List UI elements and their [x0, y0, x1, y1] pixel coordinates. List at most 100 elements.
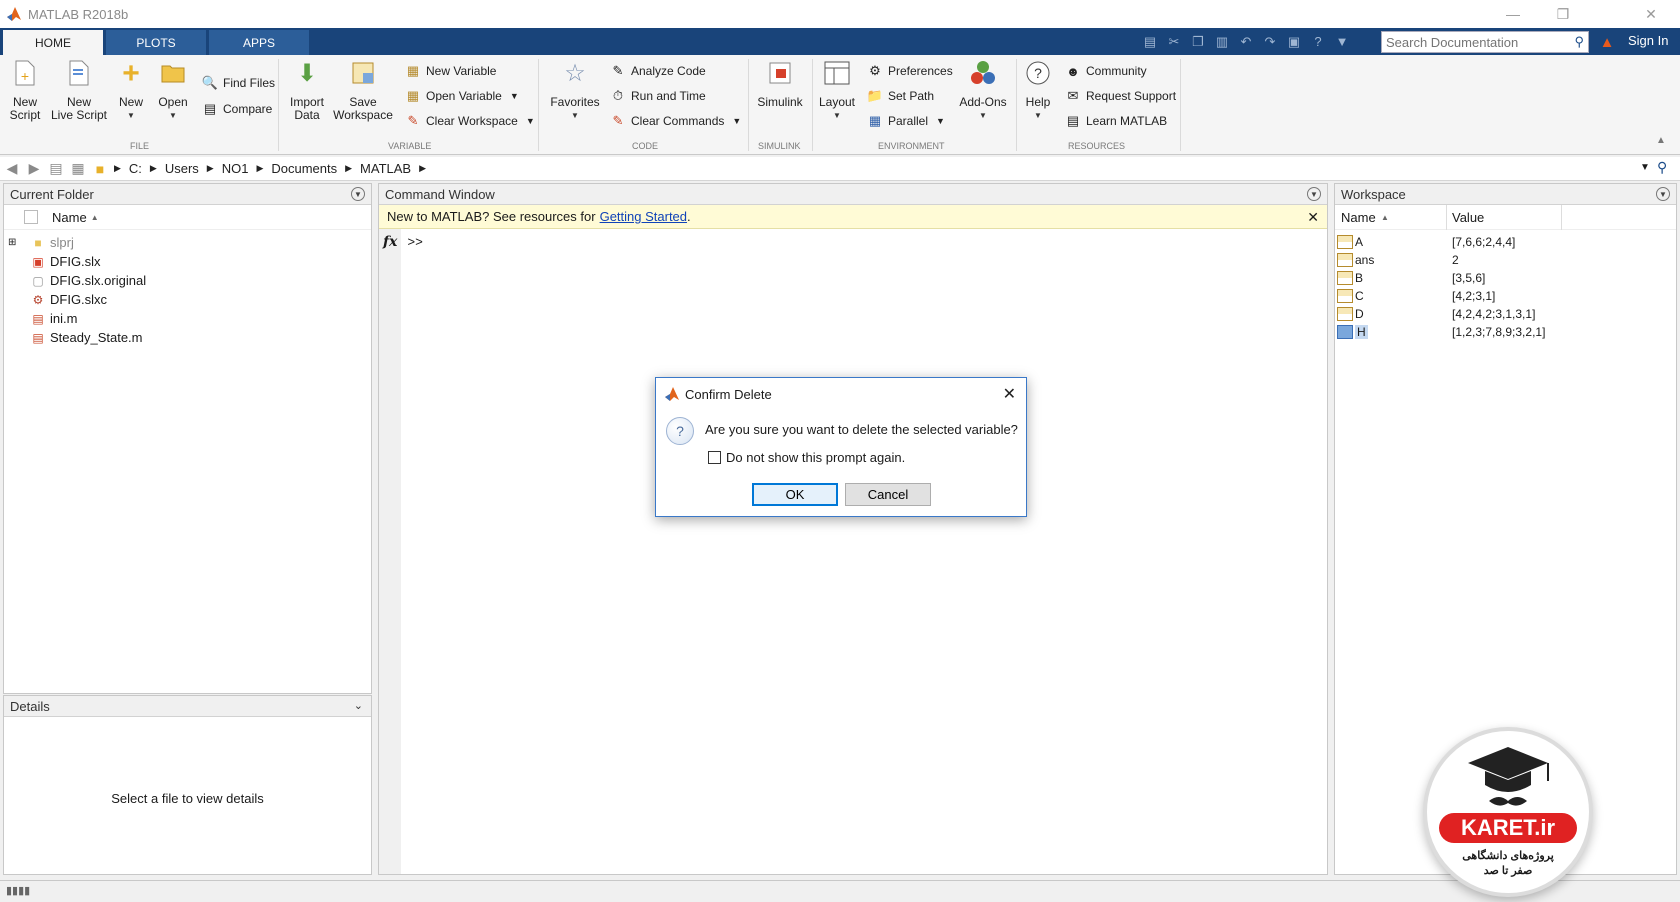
matrix-icon — [1337, 307, 1353, 321]
parallel-button[interactable]: ▦ Parallel ▼ — [866, 111, 945, 131]
help-button[interactable]: ? Help ▼ — [1022, 58, 1054, 122]
chevron-down-icon[interactable]: ⌄ — [354, 699, 363, 712]
find-files-button[interactable]: 🔍 Find Files — [201, 73, 275, 93]
command-line[interactable]: fx >> — [379, 229, 1327, 255]
simulink-button[interactable]: Simulink — [755, 58, 805, 109]
cancel-button[interactable]: Cancel — [845, 483, 931, 506]
back-arrow-icon[interactable]: ◀ — [2, 159, 22, 179]
minimize-icon[interactable]: — — [1490, 0, 1536, 28]
new-variable-icon: ▦ — [406, 63, 420, 78]
breadcrumb-separator: ▶ — [206, 163, 214, 173]
ok-button[interactable]: OK — [752, 483, 838, 506]
compare-button[interactable]: ▤ Compare — [201, 99, 273, 119]
breadcrumb-users[interactable]: Users — [165, 161, 199, 176]
fx-function-icon[interactable]: fx — [383, 234, 397, 250]
panel-actions-icon[interactable]: ▼ — [1307, 187, 1321, 201]
table-row[interactable]: C [4,2;3,1] — [1335, 287, 1676, 305]
table-row[interactable]: D [4,2,4,2;3,1,3,1] — [1335, 305, 1676, 323]
list-item[interactable]: ⊞ ■ slprj — [4, 233, 371, 252]
browse-folder-icon[interactable]: ▦ — [68, 159, 88, 179]
close-window-icon[interactable]: ✕ — [1628, 0, 1674, 28]
list-item[interactable]: ▣ DFIG.slx — [4, 252, 371, 271]
import-data-button[interactable]: ⬇ Import Data — [287, 58, 327, 122]
matrix-icon — [1337, 271, 1353, 285]
folder-open-icon — [159, 58, 187, 88]
expand-icon[interactable]: ⊞ — [8, 237, 26, 248]
search-folder-icon[interactable]: ⚲ — [1657, 159, 1667, 176]
search-input[interactable] — [1386, 33, 1566, 51]
tab-plots[interactable]: PLOTS — [106, 30, 206, 55]
checkbox-box[interactable] — [708, 451, 721, 464]
close-icon[interactable]: ✕ — [1003, 384, 1016, 404]
notification-bell-icon[interactable]: ▲ — [1597, 32, 1617, 52]
address-dropdown-icon[interactable]: ▼ — [1640, 162, 1650, 173]
column-header-name[interactable]: Name ▲ — [4, 205, 371, 230]
learn-matlab-button[interactable]: ▤ Learn MATLAB — [1064, 111, 1167, 131]
breadcrumb-documents[interactable]: Documents — [271, 161, 337, 176]
list-item[interactable]: ▤ Steady_State.m — [4, 328, 371, 347]
request-support-button[interactable]: ✉ Request Support — [1064, 86, 1177, 106]
set-path-button[interactable]: 📁 Set Path — [866, 86, 934, 106]
clear-commands-button[interactable]: ✎ Clear Commands ▼ — [609, 111, 742, 131]
new-button[interactable]: + New ▼ — [115, 58, 147, 122]
panel-actions-icon[interactable]: ▼ — [351, 187, 365, 201]
add-ons-button[interactable]: Add-Ons ▼ — [958, 58, 1008, 122]
list-item[interactable]: ▢ DFIG.slx.original — [4, 271, 371, 290]
simulink-model-icon: ▣ — [32, 254, 44, 269]
breadcrumb-no1[interactable]: NO1 — [222, 161, 249, 176]
breadcrumb-c[interactable]: C: — [129, 161, 142, 176]
breadcrumb-matlab[interactable]: MATLAB — [360, 161, 411, 176]
paste-icon[interactable]: ▥ — [1212, 32, 1232, 51]
layout-button[interactable]: Layout ▼ — [818, 58, 856, 122]
group-label-code: CODE — [632, 141, 659, 151]
simulink-icon — [766, 58, 794, 88]
community-button[interactable]: ☻ Community — [1064, 61, 1147, 81]
save-icon[interactable]: ▤ — [1140, 32, 1160, 51]
open-button[interactable]: Open ▼ — [157, 58, 189, 122]
new-variable-button[interactable]: ▦ New Variable — [404, 61, 497, 81]
column-header-value[interactable]: Value — [1452, 210, 1484, 225]
sign-in-link[interactable]: Sign In — [1628, 33, 1668, 48]
table-row[interactable]: A [7,6,6;2,4,4] — [1335, 233, 1676, 251]
up-folder-icon[interactable]: ▤ — [46, 159, 66, 179]
run-and-time-button[interactable]: ⏱ Run and Time — [609, 86, 706, 106]
open-variable-button[interactable]: ▦ Open Variable ▼ — [404, 86, 519, 106]
getting-started-link[interactable]: Getting Started — [600, 209, 687, 224]
new-live-script-button[interactable]: New Live Script — [50, 58, 108, 122]
search-icon[interactable]: ⚲ — [1574, 34, 1584, 50]
expand-toolbar-icon[interactable]: ▼ — [1332, 32, 1352, 51]
table-row-selected[interactable]: H [1,2,3;7,8,9;3,2,1] — [1335, 323, 1676, 341]
close-banner-icon[interactable]: ✕ — [1307, 209, 1319, 226]
file-icon: ▢ — [32, 273, 44, 288]
favorites-button[interactable]: ☆ Favorites ▼ — [548, 58, 602, 122]
tagline-line-2: صفر تا صد — [1483, 865, 1533, 877]
select-all-checkbox[interactable] — [24, 210, 38, 224]
preferences-button[interactable]: ⚙ Preferences — [866, 61, 953, 81]
list-item[interactable]: ▤ ini.m — [4, 309, 371, 328]
forward-arrow-icon[interactable]: ▶ — [24, 159, 44, 179]
search-documentation[interactable]: ⚲ — [1381, 31, 1589, 53]
column-header-name[interactable]: Name — [1341, 210, 1376, 225]
dont-show-again-checkbox[interactable]: Do not show this prompt again. — [708, 450, 905, 465]
new-script-button[interactable]: + New Script — [8, 58, 42, 122]
restore-icon[interactable]: ❐ — [1540, 0, 1586, 28]
undo-icon[interactable]: ↶ — [1236, 32, 1256, 51]
table-row[interactable]: ans 2 — [1335, 251, 1676, 269]
analyze-code-button[interactable]: ✎ Analyze Code — [609, 61, 706, 81]
redo-icon[interactable]: ↷ — [1260, 32, 1280, 51]
copy-icon[interactable]: ❐ — [1188, 32, 1208, 51]
switch-windows-icon[interactable]: ▣ — [1284, 32, 1304, 51]
ribbon-home: + New Script New Live Script + New ▼ Ope… — [0, 55, 1680, 155]
cut-icon[interactable]: ✂ — [1164, 32, 1184, 51]
panel-actions-icon[interactable]: ▼ — [1656, 187, 1670, 201]
karet-watermark-logo: KARET.ir پروژه‌های دانشگاهی صفر تا صد — [1423, 727, 1593, 897]
tab-apps[interactable]: APPS — [209, 30, 309, 55]
clear-workspace-button[interactable]: ✎ Clear Workspace ▼ — [404, 111, 535, 131]
collapse-ribbon-icon[interactable]: ▲ — [1656, 135, 1666, 146]
table-row[interactable]: B [3,5,6] — [1335, 269, 1676, 287]
save-workspace-button[interactable]: Save Workspace — [332, 58, 394, 122]
list-item[interactable]: ⚙ DFIG.slxc — [4, 290, 371, 309]
tab-home[interactable]: HOME — [3, 30, 103, 55]
chevron-down-icon: ▼ — [833, 111, 841, 120]
help-icon[interactable]: ? — [1308, 32, 1328, 51]
